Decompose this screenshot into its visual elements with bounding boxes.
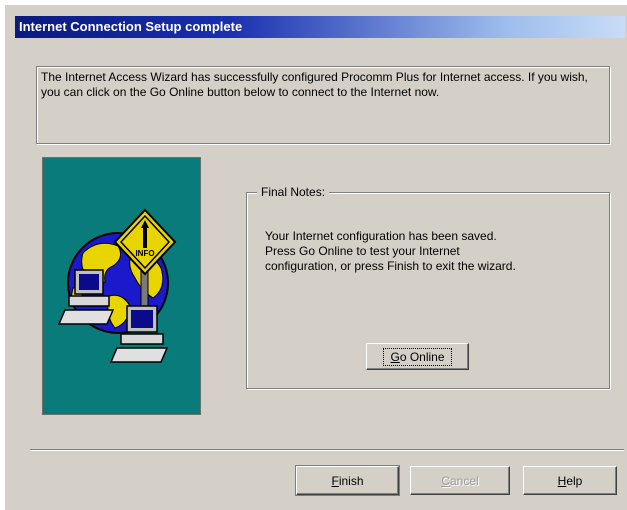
go-online-focus-rect: Go Online bbox=[383, 347, 452, 366]
go-online-label: Go Online bbox=[390, 349, 445, 364]
finish-button[interactable]: Finish bbox=[295, 465, 400, 496]
wizard-illustration: INFO bbox=[42, 157, 201, 415]
help-label: Help bbox=[557, 473, 583, 488]
intro-text: The Internet Access Wizard has successfu… bbox=[41, 70, 588, 99]
go-online-button[interactable]: Go Online bbox=[366, 343, 469, 370]
final-notes-legend: Final Notes: bbox=[257, 185, 330, 200]
illustration-graphic: INFO bbox=[57, 208, 177, 363]
cancel-button: Cancel bbox=[410, 466, 510, 495]
svg-text:INFO: INFO bbox=[135, 249, 154, 258]
button-separator bbox=[30, 449, 624, 451]
final-notes-text: Your Internet configuration has been sav… bbox=[265, 229, 516, 273]
cancel-label: Cancel bbox=[441, 473, 479, 488]
title-bar: Internet Connection Setup complete bbox=[15, 16, 625, 38]
help-button[interactable]: Help bbox=[523, 466, 617, 495]
intro-message-box: The Internet Access Wizard has successfu… bbox=[36, 66, 610, 144]
finish-label: Finish bbox=[331, 473, 364, 488]
window-title: Internet Connection Setup complete bbox=[19, 19, 243, 34]
